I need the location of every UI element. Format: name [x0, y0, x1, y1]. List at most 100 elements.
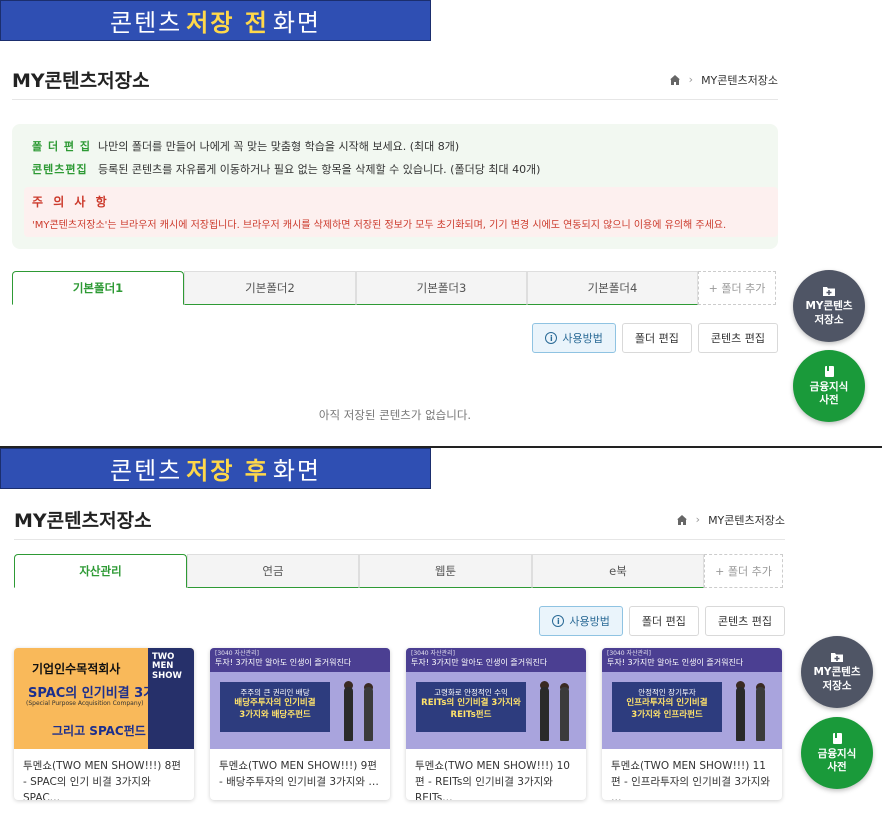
my-storage-fab[interactable]: MY콘텐츠 저장소 [801, 636, 873, 708]
person-figure [560, 687, 569, 741]
content-card[interactable]: [3040 자산관리] 투자! 3가지만 알아도 인생이 즐거워진다 고령화로 … [406, 648, 586, 800]
info-folder-label: 폴 더 편 집 [32, 140, 91, 153]
thumb-box-line: REITs펀드 [450, 709, 492, 720]
tab-ebook[interactable]: e북 [532, 554, 704, 588]
howto-button[interactable]: i 사용방법 [532, 323, 616, 353]
tab-folder-4[interactable]: 기본폴더4 [527, 271, 698, 305]
content-edit-button[interactable]: 콘텐츠 편집 [704, 606, 785, 636]
page-title: MY콘텐츠저장소 [12, 70, 150, 92]
thumb-box: 고령화로 안정적인 수익 REITs의 인기비결 3가지와 REITs펀드 [416, 682, 526, 732]
info-folder-row: 폴 더 편 집 나만의 폴더를 만들어 나에게 꼭 맞는 맞춤형 학습을 시작해… [32, 138, 758, 154]
card-thumbnail: [3040 자산관리] 투자! 3가지만 알아도 인생이 즐거워진다 주주의 큰… [210, 648, 390, 749]
thumb-tag: [3040 자산관리] [215, 650, 259, 657]
banner-after-pre: 콘텐츠 [109, 457, 183, 485]
fab-storage-line2: 저장소 [814, 313, 844, 326]
dictionary-fab[interactable]: 금융지식 사전 [801, 717, 873, 789]
info-content-text: 등록된 콘텐츠를 자유롭게 이동하거나 필요 없는 항목을 삭제할 수 있습니다… [98, 163, 541, 176]
tab-pension[interactable]: 연금 [187, 554, 359, 588]
thumb-box: 주주의 큰 권리인 배당 배당주투자의 인기비결 3가지와 배당주펀드 [220, 682, 330, 732]
tab-asset[interactable]: 자산관리 [14, 554, 187, 588]
thumb-bar-text: 투자! 3가지만 알아도 인생이 즐거워진다 [411, 657, 548, 667]
info-icon: i [552, 615, 565, 627]
after-panel: MY콘텐츠저장소 › MY콘텐츠저장소 자산관리 연금 웹툰 e북 + 폴더 추… [14, 504, 785, 800]
banner-before-pre: 콘텐츠 [109, 9, 183, 37]
person-figure [736, 687, 745, 741]
breadcrumb-current[interactable]: MY콘텐츠저장소 [701, 72, 778, 88]
card-title: 투멘쇼(TWO MEN SHOW!!!) 11편 - 인프라투자의 인기비결 3… [611, 760, 771, 800]
content-card[interactable]: [3040 자산관리] 투자! 3가지만 알아도 인생이 즐거워진다 안정적인 … [602, 648, 782, 800]
dictionary-fab[interactable]: 금융지식 사전 [793, 350, 865, 422]
folder-plus-icon [831, 653, 843, 663]
folder-edit-button[interactable]: 폴더 편집 [621, 323, 692, 353]
banner-before: 콘텐츠 저장 전 화면 [0, 0, 431, 41]
content-card[interactable]: 기업인수목적회사 SPAC의 인기비결 3가지, (Special Purpos… [14, 648, 194, 800]
thumb-side: TWO MEN SHOW [148, 648, 194, 749]
thumb-line: 기업인수목적회사 [32, 662, 121, 676]
add-folder-tab[interactable]: + 폴더 추가 [698, 271, 776, 305]
card-title: 투멘쇼(TWO MEN SHOW!!!) 8편 - SPAC의 인기 비결 3가… [23, 760, 181, 800]
folder-plus-icon [823, 287, 835, 297]
thumb-bar: [3040 자산관리] 투자! 3가지만 알아도 인생이 즐거워진다 [210, 648, 390, 672]
thumb-box: 안정적인 장기투자 인프라투자의 인기비결 3가지와 인프라펀드 [612, 682, 722, 732]
thumb-box-line: 3가지와 배당주펀드 [239, 709, 311, 720]
info-icon: i [545, 332, 558, 344]
thumb-box-line: 인프라투자의 인기비결 [626, 698, 708, 709]
card-thumbnail: [3040 자산관리] 투자! 3가지만 알아도 인생이 즐거워진다 고령화로 … [406, 648, 586, 749]
tab-folder-1[interactable]: 기본폴더1 [12, 271, 184, 305]
banner-before-post: 화면 [272, 9, 322, 37]
page: 콘텐츠 저장 전 화면 MY콘텐츠저장소 › MY콘텐츠저장소 폴 더 편 집 … [0, 0, 882, 815]
content-edit-button[interactable]: 콘텐츠 편집 [697, 323, 778, 353]
thumb-box-line: 안정적인 장기투자 [638, 688, 696, 697]
caution-box: 주 의 사 항 'MY콘텐츠저장소'는 브라우저 캐시에 저장됩니다. 브라우저… [24, 187, 778, 237]
thumb-bar-text: 투자! 3가지만 알아도 인생이 즐거워진다 [215, 657, 352, 667]
info-content-label: 콘텐츠편집 [32, 163, 88, 176]
before-panel: MY콘텐츠저장소 › MY콘텐츠저장소 폴 더 편 집 나만의 폴더를 만들어 … [12, 64, 778, 423]
banner-after: 콘텐츠 저장 후 화면 [0, 448, 431, 489]
chevron-right-icon: › [695, 513, 701, 526]
add-folder-tab[interactable]: + 폴더 추가 [704, 554, 783, 588]
tab-folder-3[interactable]: 기본폴더3 [356, 271, 527, 305]
content-card[interactable]: [3040 자산관리] 투자! 3가지만 알아도 인생이 즐거워진다 주주의 큰… [210, 648, 390, 800]
thumb-box-line: REITs의 인기비결 3가지와 [421, 698, 521, 709]
info-content-row: 콘텐츠편집 등록된 콘텐츠를 자유롭게 이동하거나 필요 없는 항목을 삭제할 … [32, 161, 758, 177]
banner-before-highlight: 저장 전 [186, 9, 269, 37]
thumb-box-line: 배당주투자의 인기비결 [234, 698, 316, 709]
banner-after-highlight: 저장 후 [186, 457, 269, 485]
thumb-bar-text: 투자! 3가지만 알아도 인생이 즐거워진다 [607, 657, 744, 667]
caution-text: 'MY콘텐츠저장소'는 브라우저 캐시에 저장됩니다. 브라우저 캐시를 삭제하… [32, 220, 727, 231]
thumb-box-line: 3가지와 인프라펀드 [631, 709, 703, 720]
fab-storage-line1: MY콘텐츠 [813, 666, 861, 679]
thumb-tag: [3040 자산관리] [607, 650, 651, 657]
fab-dict-line1: 금융지식 [809, 380, 849, 393]
banner-after-post: 화면 [272, 457, 322, 485]
my-storage-fab[interactable]: MY콘텐츠 저장소 [793, 270, 865, 342]
home-icon[interactable] [676, 514, 688, 526]
title-row: MY콘텐츠저장소 › MY콘텐츠저장소 [12, 64, 778, 100]
thumb-box-line: 고령화로 안정적인 수익 [434, 688, 508, 697]
howto-button[interactable]: i 사용방법 [539, 606, 623, 636]
tab-webtoon[interactable]: 웹툰 [359, 554, 532, 588]
person-figure [344, 687, 353, 741]
thumb-tag: [3040 자산관리] [411, 650, 455, 657]
action-bar: i 사용방법 폴더 편집 콘텐츠 편집 [12, 323, 778, 353]
person-figure [756, 687, 765, 741]
card-thumbnail: [3040 자산관리] 투자! 3가지만 알아도 인생이 즐거워진다 안정적인 … [602, 648, 782, 749]
fab-storage-line1: MY콘텐츠 [805, 300, 853, 313]
action-bar: i 사용방법 폴더 편집 콘텐츠 편집 [14, 606, 785, 636]
breadcrumb-current[interactable]: MY콘텐츠저장소 [708, 512, 785, 528]
card-thumbnail: 기업인수목적회사 SPAC의 인기비결 3가지, (Special Purpos… [14, 648, 194, 749]
info-box: 폴 더 편 집 나만의 폴더를 만들어 나에게 꼭 맞는 맞춤형 학습을 시작해… [12, 124, 778, 249]
thumb-bar: [3040 자산관리] 투자! 3가지만 알아도 인생이 즐거워진다 [602, 648, 782, 672]
fab-dict-line2: 사전 [819, 394, 839, 406]
info-folder-text: 나만의 폴더를 만들어 나에게 꼭 맞는 맞춤형 학습을 시작해 보세요. (최… [98, 140, 460, 153]
title-row: MY콘텐츠저장소 › MY콘텐츠저장소 [14, 504, 785, 540]
thumb-line: (Special Purpose Acquisition Company) [26, 700, 144, 707]
tab-folder-2[interactable]: 기본폴더2 [184, 271, 356, 305]
home-icon[interactable] [669, 74, 681, 86]
thumb-line: 그리고 SPAC펀드 [52, 724, 146, 738]
fab-dict-line2: 사전 [827, 761, 847, 773]
page-title: MY콘텐츠저장소 [14, 510, 152, 532]
person-figure [364, 687, 373, 741]
fab-dict-line1: 금융지식 [817, 747, 857, 760]
folder-edit-button[interactable]: 폴더 편집 [628, 606, 699, 636]
